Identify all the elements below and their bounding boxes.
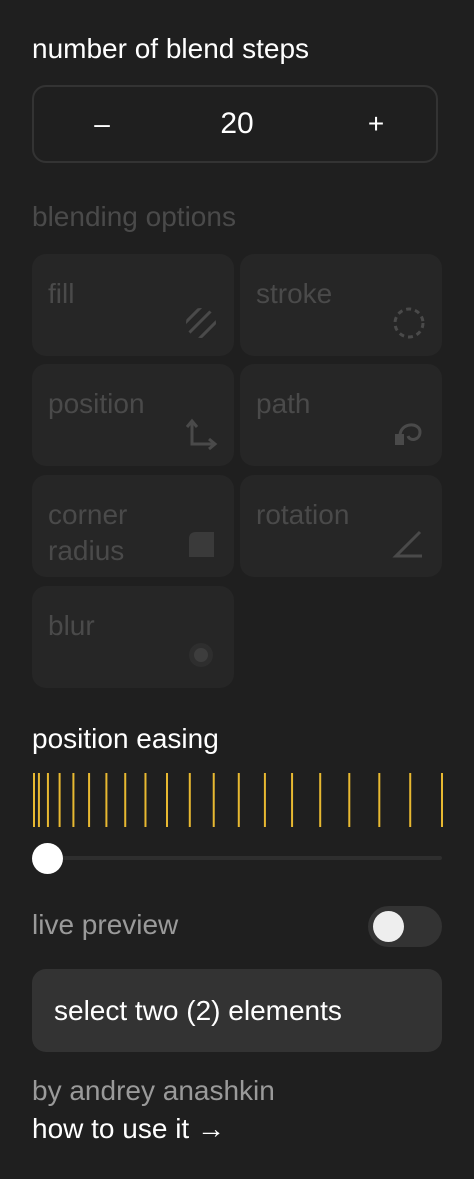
blending-options-title: blending options	[32, 201, 236, 232]
select-elements-label: select two (2) elements	[54, 995, 342, 1026]
position-arrows-icon	[185, 418, 218, 450]
option-blur[interactable]: blur	[32, 586, 234, 688]
option-fill-label: fill	[48, 278, 75, 309]
option-stroke[interactable]: stroke	[240, 254, 442, 356]
live-preview-label: live preview	[32, 909, 179, 940]
path-node-icon	[395, 423, 422, 445]
live-preview-toggle-knob	[373, 911, 404, 942]
dashed-circle-icon	[393, 307, 425, 339]
easing-preview	[33, 773, 443, 827]
option-blur-label: blur	[48, 610, 95, 641]
option-position[interactable]: position	[32, 364, 234, 466]
option-rotation-label: rotation	[256, 499, 350, 530]
blur-dot-icon	[189, 643, 213, 667]
decrement-button[interactable]: –	[72, 87, 132, 161]
fill-hatch-icon	[186, 308, 216, 338]
option-rotation[interactable]: rotation	[240, 475, 442, 577]
steps-stepper: – 20 +	[32, 85, 438, 163]
option-corner-radius[interactable]: corner radius	[32, 475, 234, 577]
easing-slider-thumb[interactable]	[32, 843, 63, 874]
easing-slider-track[interactable]	[32, 856, 442, 860]
author-credit: by andrey anashkin	[32, 1075, 275, 1106]
option-path-label: path	[256, 388, 311, 419]
steps-title: number of blend steps	[32, 33, 310, 64]
option-position-label: position	[48, 388, 145, 419]
option-path[interactable]: path	[240, 364, 442, 466]
angle-icon	[392, 530, 422, 558]
select-elements-button[interactable]: select two (2) elements	[32, 969, 442, 1052]
option-corner-radius-label: corner radius	[48, 499, 128, 566]
steps-value[interactable]: 20	[154, 87, 320, 161]
easing-title: position easing	[32, 723, 219, 754]
live-preview-toggle[interactable]	[368, 906, 442, 947]
how-to-use-link[interactable]: how to use it →	[32, 1112, 225, 1146]
corner-radius-icon	[189, 532, 214, 557]
increment-button[interactable]: +	[346, 87, 406, 161]
option-stroke-label: stroke	[256, 278, 333, 309]
option-fill[interactable]: fill	[32, 254, 234, 356]
